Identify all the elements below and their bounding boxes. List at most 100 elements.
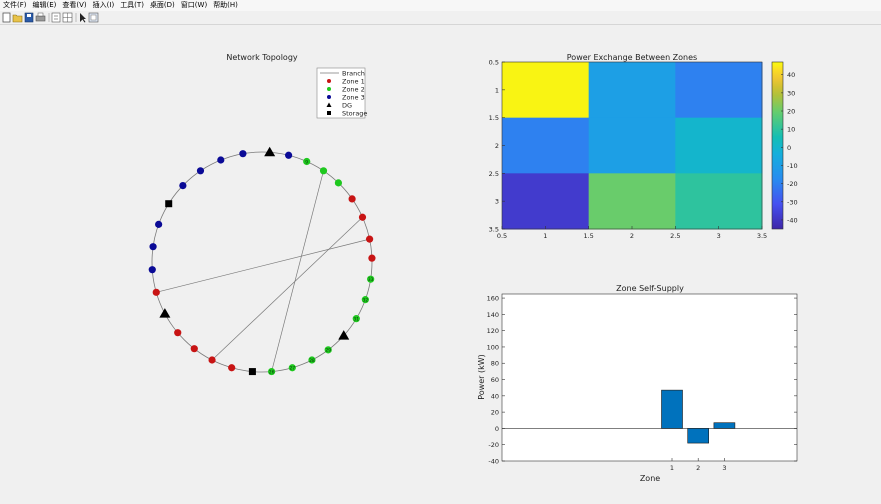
node-label-13: 29	[325, 348, 331, 354]
colorbar-tick-label-7: -30	[787, 198, 798, 206]
node-bus-26	[155, 220, 163, 228]
bar-axes-frame	[501, 293, 798, 462]
node-bus-1	[285, 151, 293, 159]
menu-item-1[interactable]: 编辑(E)	[30, 0, 60, 11]
colorbar: 40 30 20 10 0 -10 -20 -30 -40	[771, 61, 798, 230]
bar-zone-1	[661, 389, 683, 429]
legend-zone1: Zone 1	[342, 78, 365, 86]
node-bus-20	[190, 345, 198, 353]
heat-xtick-label-4: 2.5	[670, 232, 680, 240]
node-bus-30	[217, 156, 225, 164]
network-nodes: 9 33 32 31 29 28 27 26	[148, 146, 376, 376]
node-bus-6	[358, 213, 367, 221]
heat-cell-1-1	[588, 117, 676, 174]
heat-xtick-label-6: 3.5	[757, 232, 767, 240]
node-bus-4	[334, 179, 343, 187]
print-icon[interactable]	[35, 12, 46, 22]
colorbar-tick-label-5: -10	[787, 162, 798, 170]
bar-xtick-label-1: 2	[696, 464, 700, 472]
bar-ytick-label-5: 60	[491, 376, 499, 384]
heat-ytick-label-6: 3.5	[489, 226, 499, 234]
chord-branch-0	[271, 170, 324, 372]
legend-branch: Branch	[342, 70, 365, 78]
colorbar-tick-label-1: 30	[787, 89, 795, 97]
node-bus-5	[348, 195, 356, 203]
network-legend: Branch Zone 1 Zone 2 Zone 3 DG Storage	[316, 67, 367, 119]
node-bus-18	[228, 364, 236, 372]
bar-ylabel: Power (kW)	[477, 354, 486, 400]
menu-item-5[interactable]: 桌面(D)	[147, 0, 178, 11]
menu-item-0[interactable]: 文件(F)	[0, 0, 30, 11]
node-storage-17	[248, 368, 256, 376]
node-bus-8	[368, 254, 376, 262]
node-bus-23	[152, 288, 160, 296]
node-bus-3	[319, 167, 328, 175]
bar-title: Zone Self-Supply	[616, 284, 684, 293]
bar-xtick-label-2: 3	[722, 464, 726, 472]
heat-ytick-label-5: 3	[495, 198, 499, 206]
heat-ytick-label-2: 1.5	[489, 114, 499, 122]
node-bus-31	[239, 150, 247, 158]
heat-xtick-label-1: 1	[543, 232, 547, 240]
node-label-2: 9	[305, 159, 308, 165]
node-label-16: 26	[269, 369, 275, 375]
node-label-10: 32	[362, 297, 368, 303]
bar-ytick-label-1: 140	[487, 311, 499, 319]
menu-item-7[interactable]: 帮助(H)	[210, 0, 241, 11]
node-dg-22	[159, 308, 171, 318]
bar-ytick-label-8: 0	[495, 425, 499, 433]
bar-ytick-label-4: 80	[491, 360, 499, 368]
save-icon[interactable]	[24, 12, 34, 23]
legend-zone2: Zone 2	[342, 86, 365, 94]
bar-ytick-label-2: 120	[487, 327, 499, 335]
menu-item-6[interactable]: 窗口(W)	[178, 0, 210, 11]
heat-cell-2-2	[675, 173, 763, 230]
node-bus-25	[149, 243, 157, 251]
heat-cell-1-2	[675, 117, 763, 174]
bar-ytick-label-0: 160	[487, 295, 499, 303]
pointer-icon[interactable]	[80, 13, 86, 23]
legend-storage: Storage	[342, 110, 367, 118]
node-label-14: 28	[309, 358, 315, 364]
colorbar-tick-label-0: 40	[787, 71, 795, 79]
heatmap-plot: 0.5 1 1.5 2 2.5 3 3.50.511.522.533.5	[489, 59, 768, 241]
node-label-11: 31	[353, 316, 359, 322]
inspector-icon[interactable]	[88, 12, 99, 23]
node-bus-19	[208, 356, 216, 364]
open-folder-icon[interactable]	[12, 14, 23, 23]
node-bus-21	[174, 329, 182, 337]
colorbar-tick-label-4: 0	[787, 144, 791, 152]
menu-item-2[interactable]: 查看(V)	[59, 0, 89, 11]
heat-cell-0-1	[588, 62, 676, 119]
heat-ytick-label-0: 0.5	[489, 59, 499, 67]
figure-canvas: Network Topology 9 33 32 31 29 28 27 26 Branch …	[0, 25, 881, 500]
bar-ytick-label-7: 20	[491, 409, 499, 417]
bar-zone-2	[687, 428, 710, 444]
colorbar-tick-label-3: 10	[787, 126, 795, 134]
node-label-9: 33	[368, 277, 374, 283]
bar-ytick-label-9: -20	[488, 441, 499, 449]
heat-ytick-label-3: 2	[495, 142, 499, 150]
menu-item-4[interactable]: 工具(T)	[117, 0, 147, 11]
colorbar-gradient	[771, 61, 784, 230]
node-label-15: 27	[289, 366, 295, 372]
node-dg-0	[264, 146, 276, 157]
heat-xtick-label-5: 3	[717, 232, 721, 240]
heat-cell-0-2	[675, 62, 763, 119]
bar-plot: 160 140 120 100 80 60 40 20 0 -20 -40 1 2 3	[487, 293, 798, 472]
heat-ytick-label-4: 2.5	[489, 170, 499, 178]
colorbar-tick-label-2: 20	[787, 108, 795, 116]
grid-icon[interactable]	[62, 12, 73, 23]
menu-item-3[interactable]: 插入(I)	[90, 0, 118, 11]
bar-xtick-label-0: 1	[670, 464, 674, 472]
legend-dg: DG	[342, 102, 352, 110]
chord-branch-2	[156, 238, 370, 293]
colorbar-tick-label-8: -40	[787, 216, 798, 224]
bar-xlabel: Zone	[640, 474, 660, 483]
legend-zone3: Zone 3	[342, 94, 365, 102]
new-file-icon[interactable]	[2, 12, 11, 23]
colorbar-tick-label-6: -20	[787, 180, 798, 188]
bar-zone-3	[713, 422, 736, 429]
node-bus-7	[365, 235, 374, 243]
zoom-icon[interactable]	[51, 12, 61, 23]
